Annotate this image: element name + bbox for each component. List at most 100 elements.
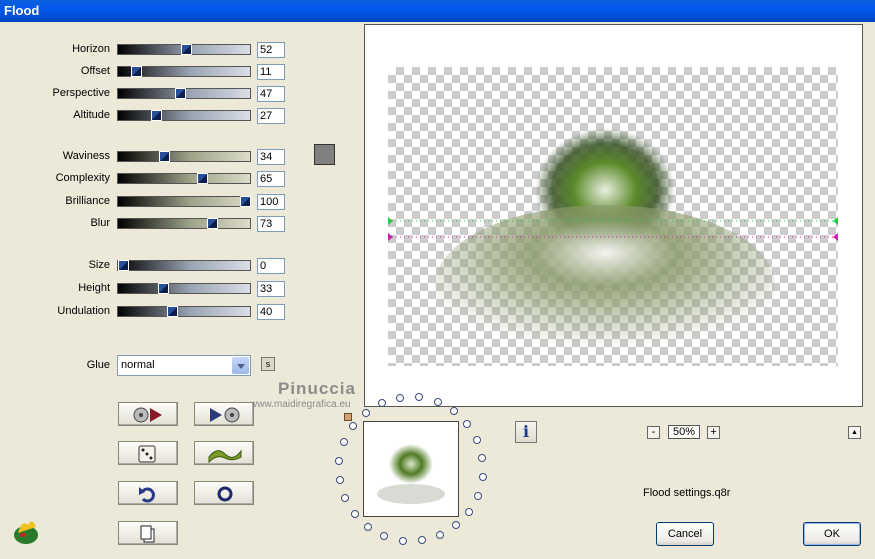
offset-value-field[interactable]: 11 <box>257 64 285 80</box>
waviness-slider-thumb[interactable] <box>159 151 171 162</box>
waviness-label: Waviness <box>62 150 110 162</box>
circle-anchor-handle[interactable] <box>344 413 352 421</box>
circle-point[interactable] <box>433 398 442 407</box>
color-swatch[interactable] <box>314 144 335 165</box>
circle-point[interactable] <box>478 454 487 463</box>
glue-select[interactable]: normal <box>117 355 251 376</box>
circle-point[interactable] <box>435 531 444 540</box>
altitude-value-field[interactable]: 27 <box>257 108 285 124</box>
chevron-down-icon[interactable] <box>232 357 249 374</box>
wave-button[interactable] <box>194 441 254 465</box>
load-preset-icon <box>133 407 162 423</box>
watermark-url: www.maidiregrafica.eu <box>250 399 351 410</box>
circle-point[interactable] <box>349 422 358 431</box>
circle-point[interactable] <box>364 522 373 531</box>
circle-point[interactable] <box>451 521 460 530</box>
scroll-up-button[interactable]: ▲ <box>848 426 861 439</box>
altitude-slider-thumb[interactable] <box>150 110 162 121</box>
size-value-field[interactable]: 0 <box>257 258 285 274</box>
glue-link-button[interactable]: s <box>261 357 275 371</box>
undo-icon <box>139 487 155 503</box>
waviness-value-field[interactable]: 34 <box>257 149 285 165</box>
preview-canvas[interactable] <box>364 24 863 407</box>
blur-slider[interactable] <box>117 218 251 229</box>
load-preset-button[interactable] <box>118 402 178 426</box>
circle-point[interactable] <box>340 438 349 447</box>
waviness-slider[interactable] <box>117 151 251 162</box>
size-slider[interactable] <box>117 260 251 271</box>
title-bar: Flood <box>0 0 875 22</box>
circle-point[interactable] <box>362 408 371 417</box>
perspective-slider-thumb[interactable] <box>175 88 187 99</box>
source-thumbnail[interactable] <box>363 421 459 517</box>
info-button[interactable]: i <box>515 421 537 443</box>
circle-point[interactable] <box>335 475 344 484</box>
brilliance-slider[interactable] <box>117 196 251 207</box>
horizon-slider-thumb[interactable] <box>181 44 193 55</box>
circle-point[interactable] <box>380 531 389 540</box>
save-preset-icon <box>210 407 240 423</box>
circle-point[interactable] <box>340 493 349 502</box>
circle-point[interactable] <box>449 407 458 416</box>
circle-point[interactable] <box>335 456 344 465</box>
circle-point[interactable] <box>463 420 472 429</box>
offset-label: Offset <box>80 65 110 77</box>
height-slider[interactable] <box>117 283 251 294</box>
reset-button[interactable] <box>194 481 254 505</box>
height-label: Height <box>78 282 110 294</box>
glue-value: normal <box>121 359 155 371</box>
circle-point[interactable] <box>473 491 482 500</box>
save-preset-button[interactable] <box>194 402 254 426</box>
horizon-label: Horizon <box>72 43 110 55</box>
zoom-level: 50% <box>668 425 700 439</box>
altitude-slider[interactable] <box>117 110 251 121</box>
offset-slider[interactable] <box>117 66 251 77</box>
copy-button[interactable] <box>118 521 178 545</box>
offset-slider-thumb[interactable] <box>131 66 143 77</box>
complexity-slider-thumb[interactable] <box>197 173 209 184</box>
zoom-out-button[interactable]: - <box>647 426 660 439</box>
wave-icon <box>208 449 242 464</box>
circle-point[interactable] <box>478 473 487 482</box>
circle-point[interactable] <box>473 436 482 445</box>
circle-point[interactable] <box>417 536 426 545</box>
altitude-label: Altitude <box>73 109 110 121</box>
dice-icon <box>138 445 156 463</box>
horizon-value-field[interactable]: 52 <box>257 42 285 58</box>
blur-slider-thumb[interactable] <box>207 218 219 229</box>
undulation-label: Undulation <box>57 305 110 317</box>
watermark-name: Pinuccia <box>278 379 356 398</box>
blur-label: Blur <box>90 217 110 229</box>
height-value-field[interactable]: 33 <box>257 281 285 297</box>
copy-icon <box>140 525 155 543</box>
height-slider-thumb[interactable] <box>158 283 170 294</box>
cancel-button[interactable]: Cancel <box>656 522 714 546</box>
reset-icon <box>217 486 233 502</box>
undo-button[interactable] <box>118 481 178 505</box>
complexity-value-field[interactable]: 65 <box>257 171 285 187</box>
app-logo-icon <box>14 521 38 544</box>
brilliance-value-field[interactable]: 100 <box>257 194 285 210</box>
glue-label: Glue <box>86 359 110 371</box>
brilliance-label: Brilliance <box>65 195 110 207</box>
undulation-slider-thumb[interactable] <box>166 306 178 317</box>
settings-filename: Flood settings.q8r <box>643 487 731 499</box>
circle-point[interactable] <box>464 507 473 516</box>
perspective-label: Perspective <box>52 87 110 99</box>
size-slider-thumb[interactable] <box>118 260 129 271</box>
circle-point[interactable] <box>398 536 407 545</box>
complexity-label: Complexity <box>55 172 110 184</box>
horizon-slider[interactable] <box>117 44 251 55</box>
undulation-value-field[interactable]: 40 <box>257 304 285 320</box>
ok-button[interactable]: OK <box>803 522 861 546</box>
perspective-slider[interactable] <box>117 88 251 99</box>
randomize-button[interactable] <box>118 441 178 465</box>
blur-value-field[interactable]: 73 <box>257 216 285 232</box>
undulation-slider[interactable] <box>117 306 251 317</box>
complexity-slider[interactable] <box>117 173 251 184</box>
circle-point[interactable] <box>350 509 359 518</box>
perspective-value-field[interactable]: 47 <box>257 86 285 102</box>
zoom-in-button[interactable]: + <box>707 426 720 439</box>
brilliance-slider-thumb[interactable] <box>240 196 251 207</box>
size-label: Size <box>88 259 110 271</box>
